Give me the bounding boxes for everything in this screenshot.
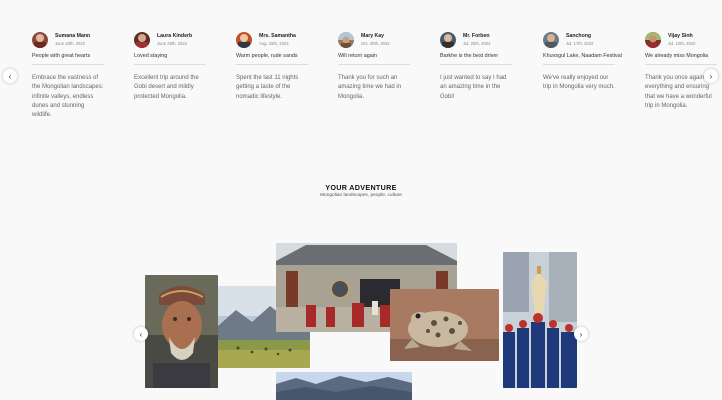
photo-elder-man[interactable] (145, 275, 218, 388)
review-body: We've really enjoyed our trip in Mongoli… (543, 75, 615, 91)
adventure-title: YOUR ADVENTURE (325, 183, 397, 192)
reviewer-info: Vijay Sinh Jul. 10th, 2022 (668, 33, 696, 46)
divider (645, 64, 717, 65)
chevron-left-icon: ‹ (8, 71, 12, 81)
reviews-carousel: ‹ Sumana Mann June 26th, 2022 People wit… (0, 0, 722, 150)
review-header: Mrs. Samantha Aug. 15th, 2022 (236, 30, 308, 50)
divider (134, 64, 206, 65)
review-card: Laura Kinderb June 29th, 2022 Loved stay… (134, 30, 206, 102)
review-date: Jul. 28th, 2022 (463, 40, 491, 46)
divider (32, 64, 104, 65)
divider (440, 64, 512, 65)
divider (338, 64, 410, 65)
reviewer-info: Laura Kinderb June 29th, 2022 (157, 33, 193, 46)
review-card: Sanchong Jul. 17th, 2022 Khuvsgul Lake, … (543, 30, 622, 93)
review-title: Warm people, rude sands (236, 53, 298, 59)
review-body: Thank you for such an amazing time we ha… (338, 75, 402, 100)
review-header: Laura Kinderb June 29th, 2022 (134, 30, 206, 50)
photo-toad[interactable] (390, 289, 499, 361)
review-date: June 29th, 2022 (157, 40, 188, 46)
review-title: Loved staying (134, 53, 168, 59)
review-header: Mr. Forben Jul. 28th, 2022 (440, 30, 512, 50)
reviewer-info: Sanchong Jul. 17th, 2022 (566, 33, 594, 46)
chevron-right-icon: › (709, 71, 713, 81)
reviewer-name: Mrs. Samantha (259, 33, 296, 40)
review-header: Vijay Sinh Jul. 10th, 2022 (645, 30, 717, 50)
chevron-left-icon: ‹ (139, 329, 143, 339)
review-header: Mary Kay Oct. 30th, 2022 (338, 30, 410, 50)
reviewer-info: Mary Kay Oct. 30th, 2022 (361, 33, 390, 46)
avatar (32, 32, 48, 48)
review-title: We already miss Mongolia (645, 53, 709, 59)
review-title: Will return again (338, 53, 377, 59)
review-date: June 26th, 2022 (55, 40, 86, 46)
reviewer-name: Sumana Mann (55, 33, 91, 40)
review-body: Spent the last 11 nights getting a taste… (236, 75, 299, 100)
review-title: Khuvsgul Lake, Naadam Festival (543, 53, 622, 59)
review-body: Embrace the vastness of the Mongolian la… (32, 75, 104, 119)
review-card: Mary Kay Oct. 30th, 2022 Will return aga… (338, 30, 410, 102)
review-date: Oct. 30th, 2022 (361, 40, 390, 46)
avatar (645, 32, 661, 48)
avatar (236, 32, 252, 48)
reviewer-name: Mary Kay (361, 33, 385, 40)
review-date: Jul. 17th, 2022 (566, 40, 594, 46)
review-card: Sumana Mann June 26th, 2022 People with … (32, 30, 104, 120)
review-date: Jul. 10th, 2022 (668, 40, 696, 46)
avatar (543, 32, 559, 48)
review-title: People with great hearts (32, 53, 91, 59)
reviewer-info: Mr. Forben Jul. 28th, 2022 (463, 33, 491, 46)
avatar (338, 32, 354, 48)
reviewer-name: Laura Kinderb (157, 33, 193, 40)
photo-naadam-guards[interactable] (503, 252, 577, 388)
review-header: Sanchong Jul. 17th, 2022 (543, 30, 615, 50)
review-card: Mr. Forben Jul. 28th, 2022 Barkhe is the… (440, 30, 512, 102)
adventure-subtitle: Mongolian landscapes, people, culture (320, 193, 402, 198)
divider (236, 64, 308, 65)
photo-mountain-lake[interactable] (276, 372, 412, 400)
reviewer-name: Vijay Sinh (668, 33, 693, 40)
reviewer-info: Mrs. Samantha Aug. 15th, 2022 (259, 33, 296, 46)
review-card: Mrs. Samantha Aug. 15th, 2022 Warm peopl… (236, 30, 308, 102)
reviews-next-button[interactable]: › (704, 69, 718, 83)
gallery-next-button[interactable]: › (574, 327, 588, 341)
reviews-prev-button[interactable]: ‹ (3, 69, 17, 83)
review-date: Aug. 15th, 2022 (259, 40, 289, 46)
review-title: Barkhe is the best driver (440, 53, 499, 59)
review-header: Sumana Mann June 26th, 2022 (32, 30, 104, 50)
reviewer-name: Sanchong (566, 33, 592, 40)
review-body: Excellent trip around the Gobi desert an… (134, 75, 199, 100)
review-body: I just wanted to say I had an amazing ti… (440, 75, 507, 100)
gallery-prev-button[interactable]: ‹ (134, 327, 148, 341)
chevron-right-icon: › (579, 329, 583, 339)
reviewer-info: Sumana Mann June 26th, 2022 (55, 33, 91, 46)
avatar (440, 32, 456, 48)
avatar (134, 32, 150, 48)
divider (543, 64, 615, 65)
reviewer-name: Mr. Forben (463, 33, 490, 40)
